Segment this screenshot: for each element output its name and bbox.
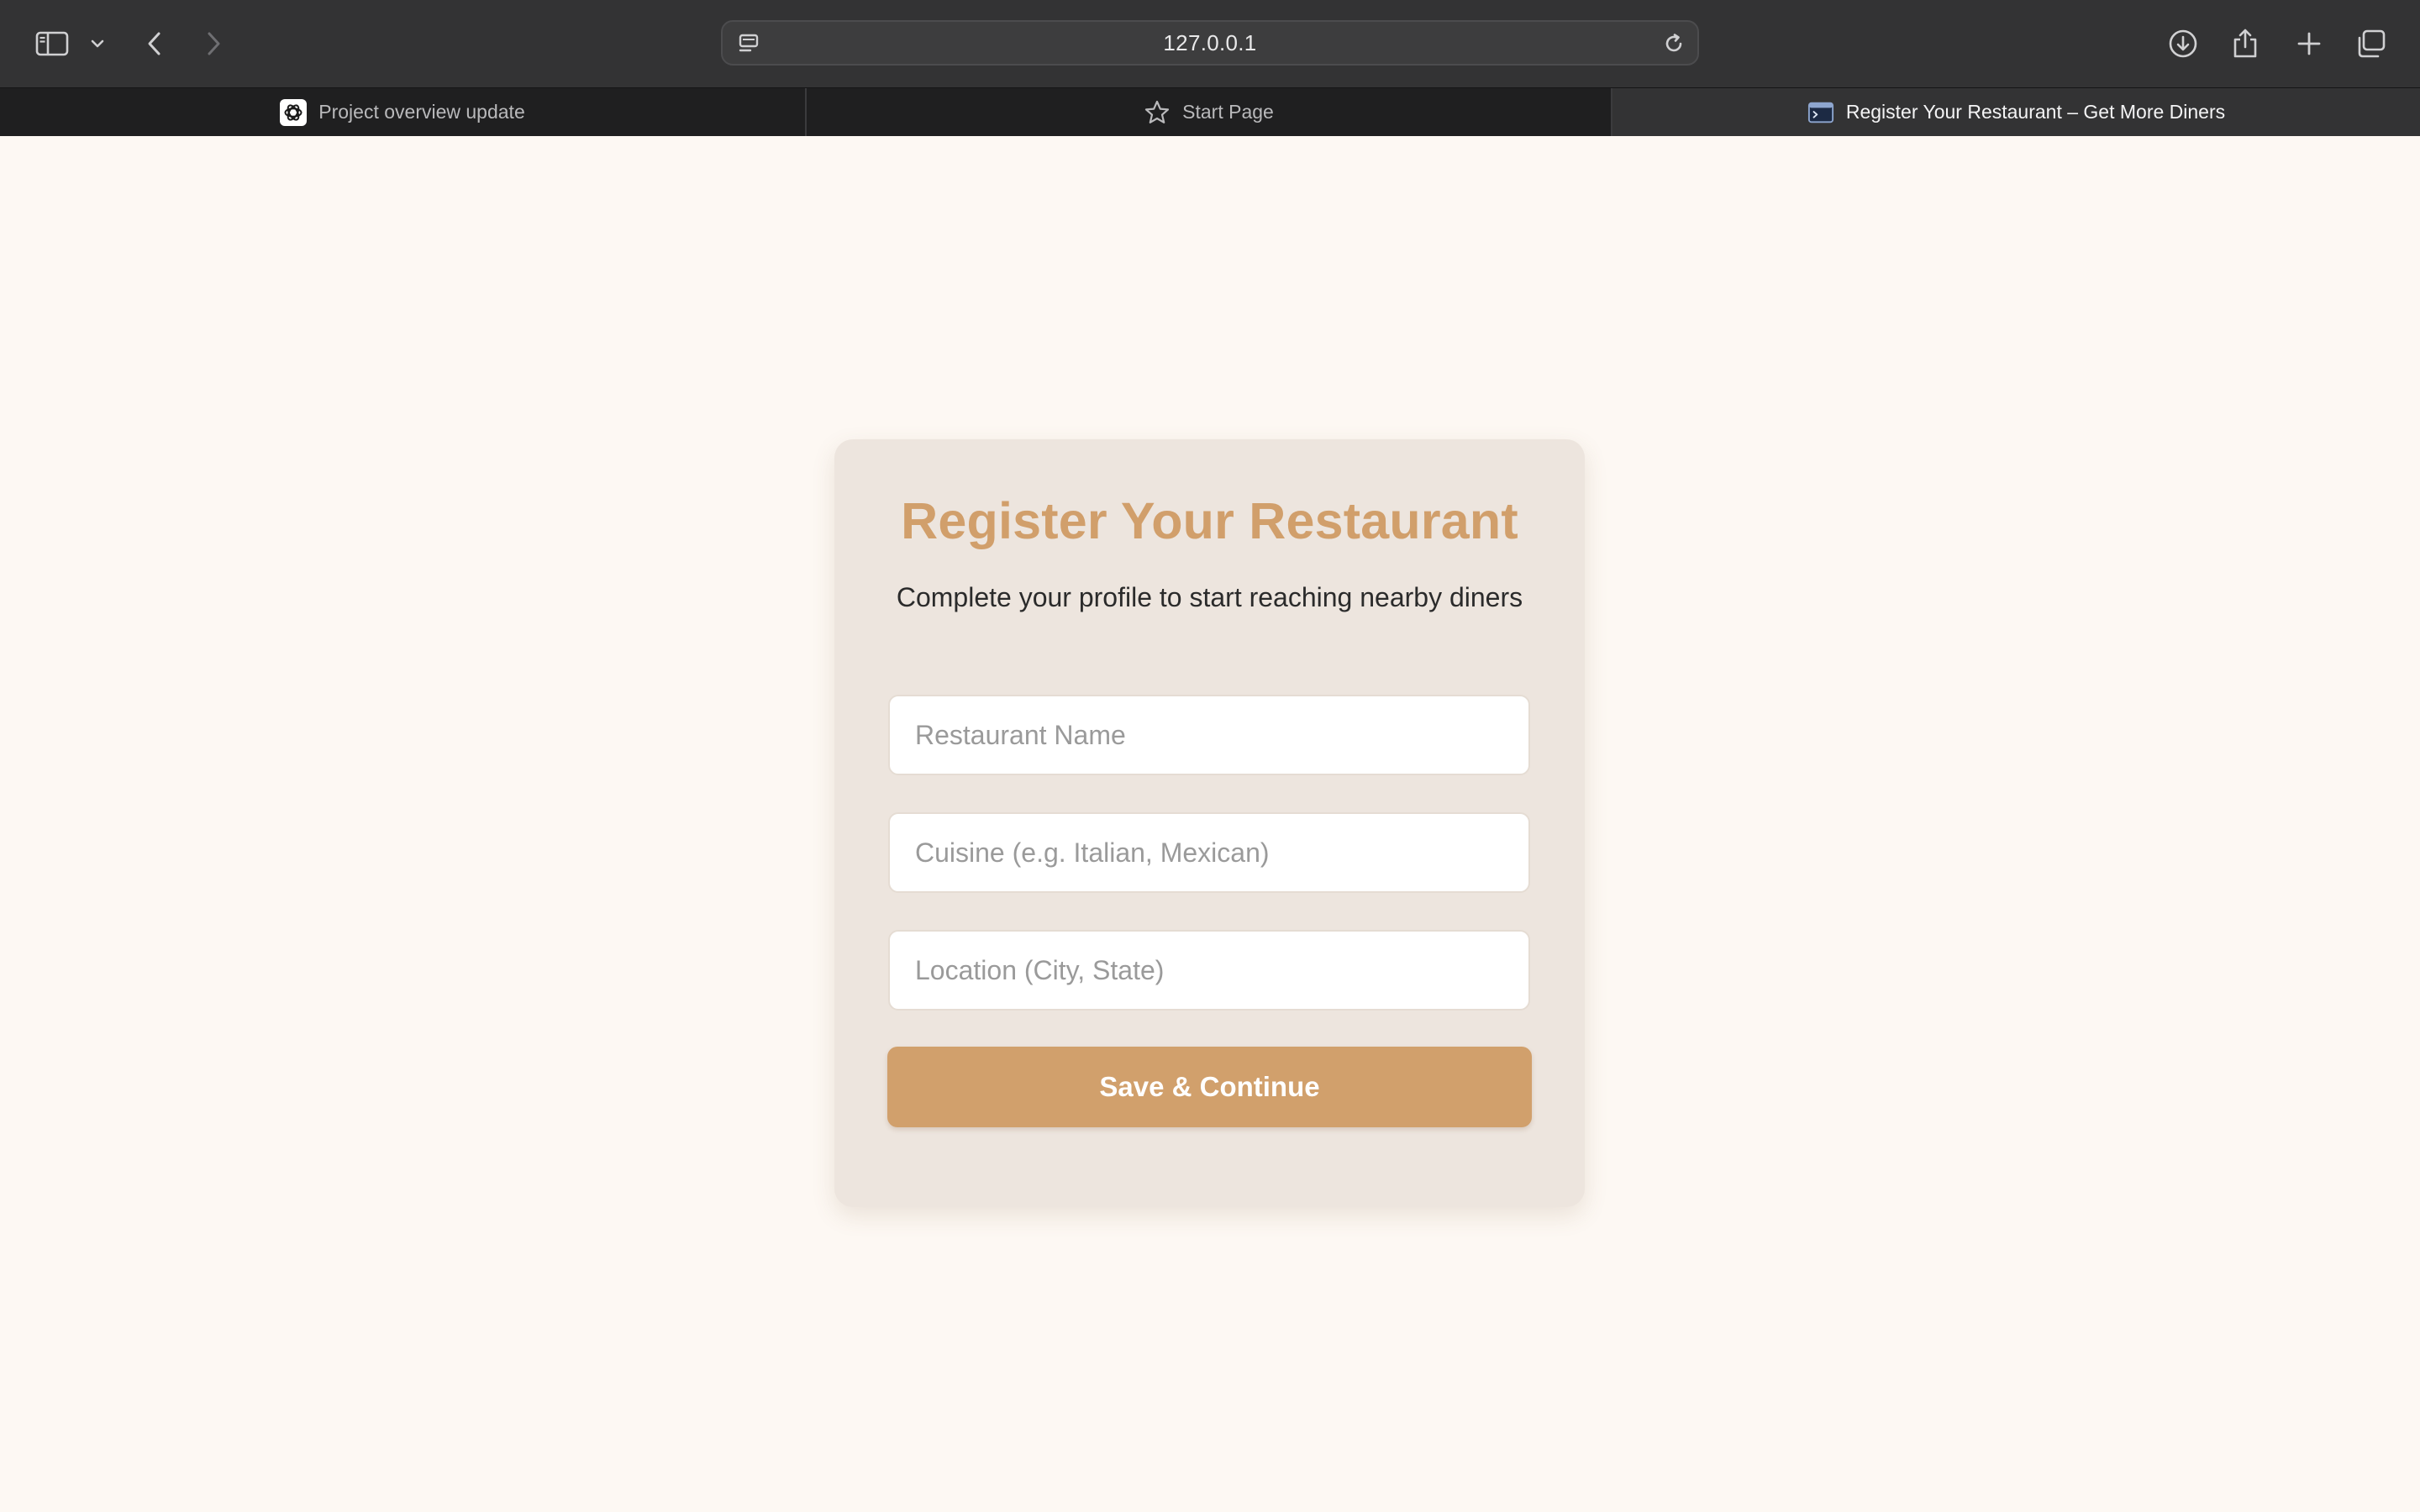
cuisine-input[interactable] <box>888 812 1530 893</box>
browser-toolbar: 127.0.0.1 <box>0 0 2420 87</box>
sidebar-icon <box>35 31 69 56</box>
forward-button[interactable] <box>200 18 227 69</box>
location-input[interactable] <box>888 930 1530 1011</box>
tab-bar: Project overview update Start Page Regis… <box>0 87 2420 136</box>
chevron-down-icon <box>91 39 104 48</box>
tab-start-page[interactable]: Start Page <box>807 88 1612 136</box>
restaurant-name-input[interactable] <box>888 695 1530 775</box>
share-icon <box>2233 29 2257 58</box>
reload-icon[interactable] <box>1662 32 1686 60</box>
tab-label: Start Page <box>1182 101 1274 123</box>
chevron-right-icon <box>208 32 220 55</box>
plus-icon <box>2297 32 2321 55</box>
downloads-button[interactable] <box>2166 18 2200 69</box>
sidebar-toggle-button[interactable] <box>32 18 72 69</box>
new-tab-button[interactable] <box>2294 18 2324 69</box>
chevron-left-icon <box>148 32 160 55</box>
openai-logo-icon <box>280 98 308 126</box>
share-button[interactable] <box>2230 18 2260 69</box>
tab-overview-icon <box>2358 29 2386 58</box>
terminal-window-icon <box>1807 99 1834 126</box>
download-icon <box>2169 29 2197 58</box>
back-button[interactable] <box>141 18 168 69</box>
save-continue-button[interactable]: Save & Continue <box>887 1047 1532 1127</box>
url-text[interactable]: 127.0.0.1 <box>723 22 1697 64</box>
tab-register-restaurant[interactable]: Register Your Restaurant – Get More Dine… <box>1612 88 2420 136</box>
tab-label: Project overview update <box>318 101 525 123</box>
tab-label: Register Your Restaurant – Get More Dine… <box>1845 101 2226 123</box>
tab-overview-button[interactable] <box>2354 18 2388 69</box>
page-subtitle: Complete your profile to start reaching … <box>896 582 1523 612</box>
page-title: Register Your Restaurant <box>901 492 1518 549</box>
registration-card: Register Your Restaurant Complete your p… <box>834 439 1585 1207</box>
star-icon <box>1144 99 1171 126</box>
address-bar[interactable]: 127.0.0.1 <box>721 20 1699 66</box>
tab-project-overview[interactable]: Project overview update <box>0 88 807 136</box>
tab-group-menu-button[interactable] <box>87 18 108 69</box>
